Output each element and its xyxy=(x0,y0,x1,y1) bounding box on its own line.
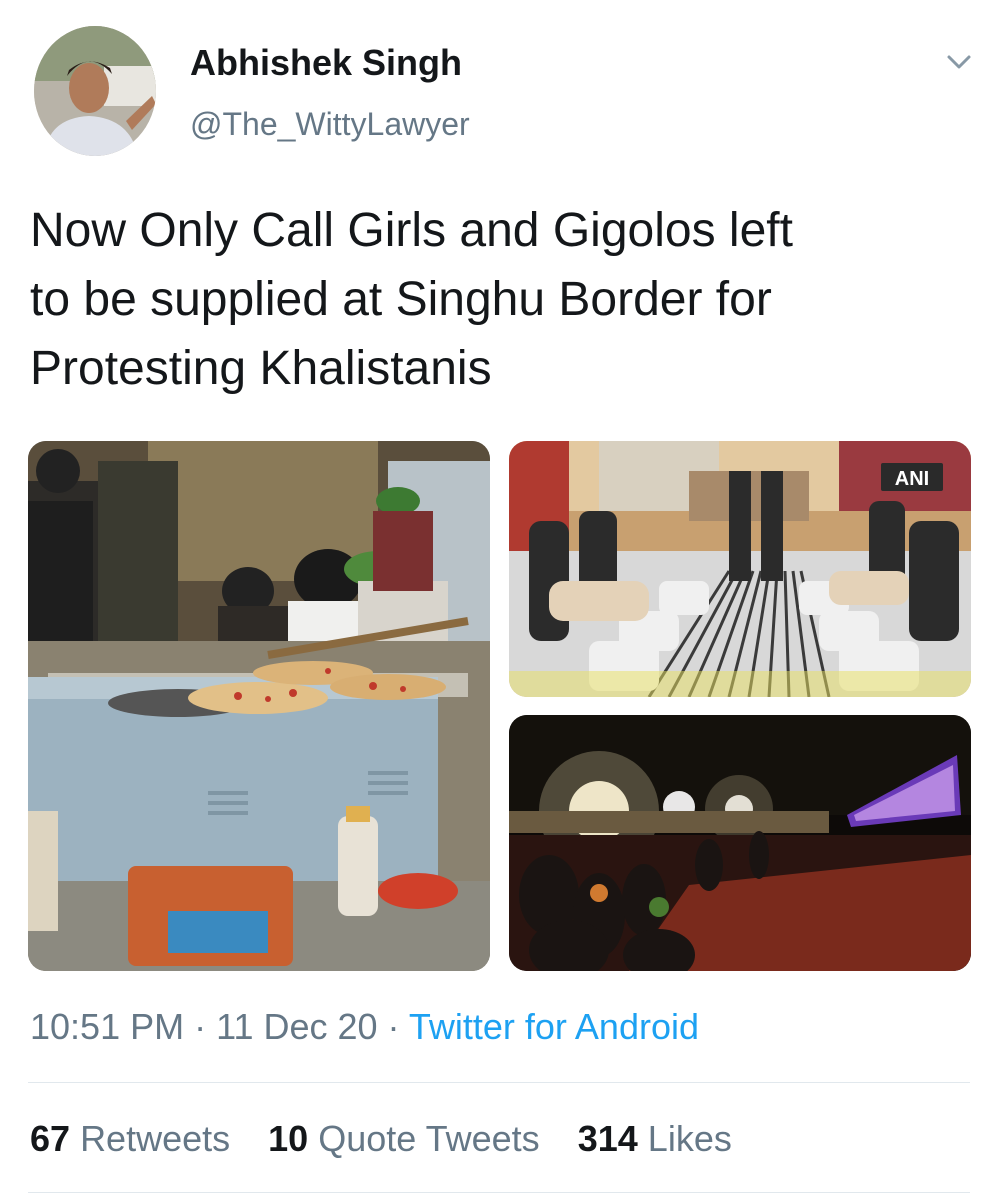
tweet-metadata: 10:51 PM · 11 Dec 20 · Twitter for Andro… xyxy=(30,1006,699,1048)
tweet-text-line: Protesting Khalistanis xyxy=(30,342,492,395)
quote-tweets-count: 10 xyxy=(268,1118,309,1159)
quote-tweets-label: Quote Tweets xyxy=(318,1118,540,1159)
tweet-text-line: to be supplied at Singhu Border for xyxy=(30,273,772,326)
likes-stat[interactable]: 314 Likes xyxy=(578,1118,732,1159)
retweets-count: 67 xyxy=(30,1118,71,1159)
divider xyxy=(28,1082,970,1083)
separator: · xyxy=(377,1006,409,1047)
divider xyxy=(28,1192,970,1193)
quote-tweets-stat[interactable]: 10 Quote Tweets xyxy=(268,1118,540,1159)
retweets-label: Retweets xyxy=(80,1118,231,1159)
media-photo-massage-chairs[interactable]: ANI xyxy=(509,441,971,697)
chevron-down-icon[interactable] xyxy=(944,50,974,74)
likes-label: Likes xyxy=(647,1118,732,1159)
tweet-source-link[interactable]: Twitter for Android xyxy=(409,1006,699,1047)
avatar[interactable] xyxy=(34,26,156,156)
retweets-stat[interactable]: 67 Retweets xyxy=(30,1118,230,1159)
media-photo-night-screening[interactable] xyxy=(509,715,971,971)
tweet-time[interactable]: 10:51 PM xyxy=(30,1006,184,1047)
media-photo-pizza-oven[interactable] xyxy=(28,441,490,971)
author-handle[interactable]: @The_WittyLawyer xyxy=(190,106,470,143)
tweet: Abhishek Singh @The_WittyLawyer Now Only… xyxy=(0,0,999,1200)
author-name[interactable]: Abhishek Singh xyxy=(190,42,462,84)
ani-watermark: ANI xyxy=(895,468,929,490)
likes-count: 314 xyxy=(577,1118,638,1159)
tweet-text-line: Now Only Call Girls and Gigolos left xyxy=(30,204,793,257)
engagement-stats: 67 Retweets 10 Quote Tweets 314 Likes xyxy=(30,1118,760,1160)
separator: · xyxy=(184,1006,217,1047)
tweet-date[interactable]: 11 Dec 20 xyxy=(216,1006,377,1047)
tweet-text: Now Only Call Girls and Gigolos left to … xyxy=(30,196,970,403)
